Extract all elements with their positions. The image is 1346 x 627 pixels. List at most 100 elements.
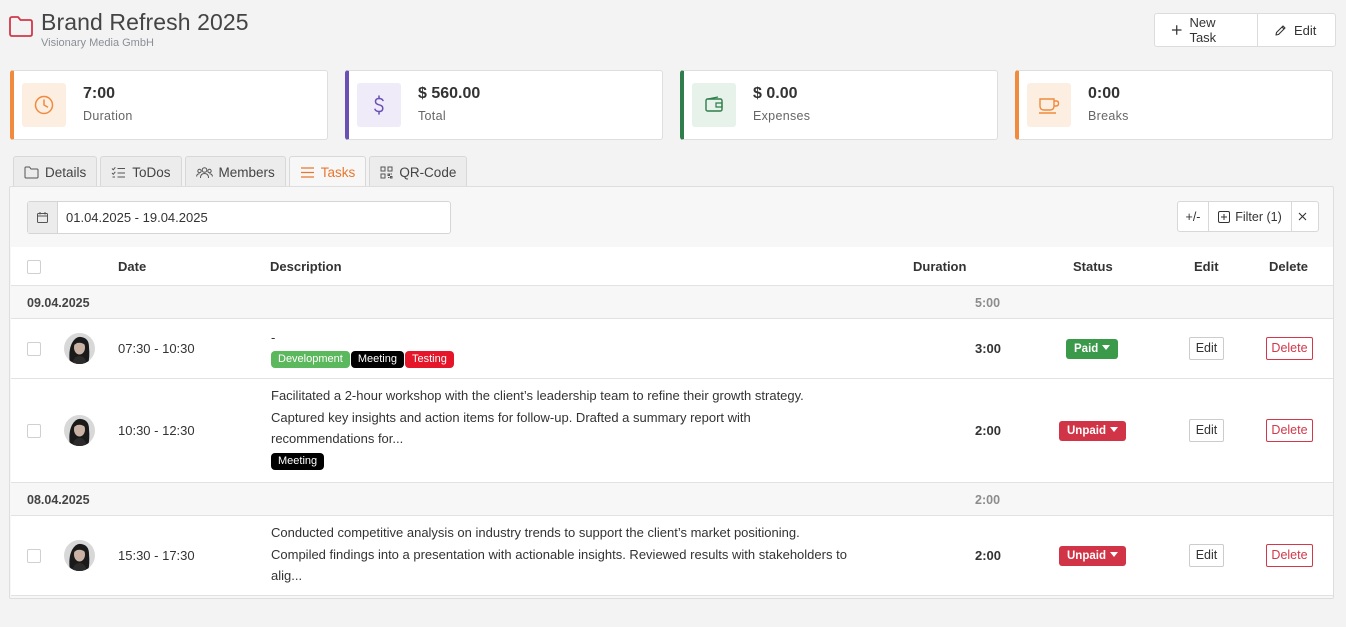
caret-down-icon <box>1109 552 1118 557</box>
new-task-label: New Task <box>1189 15 1217 45</box>
table-tools: +/- Filter (1) <box>1177 201 1319 232</box>
tag-development: Development <box>271 350 350 368</box>
new-task-button[interactable]: New Task <box>1155 14 1258 46</box>
tag-testing: Testing <box>404 350 454 368</box>
edit-task-button[interactable]: Edit <box>1189 419 1224 442</box>
clock-icon <box>22 83 66 127</box>
tag-meeting: Meeting <box>271 452 325 470</box>
folder-icon <box>9 16 33 37</box>
column-duration[interactable]: Duration <box>913 259 966 274</box>
status-dropdown[interactable]: Paid <box>1066 339 1119 359</box>
delete-task-button[interactable]: Delete <box>1266 544 1313 567</box>
stat-card-total: $ 560.00 Total <box>345 70 663 140</box>
status-label: Unpaid <box>1067 550 1106 562</box>
dollar-icon <box>357 83 401 127</box>
stat-card-duration: 7:00 Duration <box>10 70 328 140</box>
status-label: Unpaid <box>1067 425 1106 437</box>
edit-project-button[interactable]: Edit <box>1258 14 1335 46</box>
page-title: Brand Refresh 2025 <box>41 9 249 35</box>
row-checkbox[interactable] <box>27 342 41 356</box>
tasks-panel: 01.04.2025 - 19.04.2025 +/- Filter (1) D… <box>9 186 1334 599</box>
date-group-header: 09.04.2025 5:00 <box>11 286 1333 319</box>
column-status: Status <box>1073 259 1113 274</box>
column-date[interactable]: Date <box>118 259 146 274</box>
tasks-table: Date Description Duration Status Edit De… <box>11 247 1333 596</box>
tab-details[interactable]: Details <box>13 156 98 187</box>
task-description-text: Conducted competitive analysis on indust… <box>271 525 847 583</box>
tab-qr-code[interactable]: QR-Code <box>369 156 468 187</box>
tab-tasks[interactable]: Tasks <box>288 156 367 188</box>
status-dropdown[interactable]: Unpaid <box>1059 421 1126 441</box>
task-time: 10:30 - 12:30 <box>118 423 195 438</box>
calendar-icon[interactable] <box>28 202 58 233</box>
task-tags: Development Meeting Testing <box>271 348 851 368</box>
caret-down-icon <box>1109 427 1118 432</box>
plus-square-icon <box>1218 210 1231 223</box>
folder-icon <box>24 166 45 179</box>
header-actions: New Task Edit <box>1154 13 1336 47</box>
row-checkbox[interactable] <box>27 424 41 438</box>
checklist-icon <box>111 166 132 179</box>
tab-label: Members <box>218 164 275 180</box>
coffee-icon <box>1027 83 1071 127</box>
stat-label: Breaks <box>1088 109 1129 123</box>
date-range-input[interactable]: 01.04.2025 - 19.04.2025 <box>58 202 208 233</box>
tab-todos[interactable]: ToDos <box>100 156 182 187</box>
row-checkbox[interactable] <box>27 549 41 563</box>
task-description: Facilitated a 2-hour workshop with the c… <box>271 385 851 470</box>
qr-code-icon <box>380 166 399 179</box>
filter-button[interactable]: Filter (1) <box>1209 202 1292 231</box>
column-description[interactable]: Description <box>270 259 342 274</box>
table-row[interactable]: 15:30 - 17:30 Conducted competitive anal… <box>11 516 1333 596</box>
group-total-duration: 5:00 <box>975 296 1001 310</box>
list-icon <box>300 166 321 179</box>
table-row[interactable]: 10:30 - 12:30 Facilitated a 2-hour works… <box>11 379 1333 483</box>
tag-meeting: Meeting <box>350 350 404 368</box>
task-time: 15:30 - 17:30 <box>118 548 195 563</box>
edit-label: Edit <box>1294 22 1317 38</box>
stat-card-expenses: $ 0.00 Expenses <box>680 70 998 140</box>
toggle-columns-button[interactable]: +/- <box>1178 202 1209 231</box>
task-description-text: Facilitated a 2-hour workshop with the c… <box>271 388 804 446</box>
users-icon <box>195 166 219 179</box>
table-header: Date Description Duration Status Edit De… <box>11 247 1333 286</box>
status-dropdown[interactable]: Unpaid <box>1059 546 1126 566</box>
group-date: 09.04.2025 <box>27 296 90 310</box>
task-description: - Development Meeting Testing <box>271 327 851 368</box>
filter-label: Filter (1) <box>1235 209 1282 224</box>
date-range-picker[interactable]: 01.04.2025 - 19.04.2025 <box>27 201 451 234</box>
stat-value: $ 560.00 <box>418 85 481 102</box>
plus-minus-label: +/- <box>1185 209 1201 224</box>
tab-members[interactable]: Members <box>184 156 286 187</box>
table-row[interactable]: 07:30 - 10:30 - Development Meeting Testin… <box>11 319 1333 379</box>
client-name: Visionary Media GmbH <box>41 37 154 49</box>
date-group-header: 08.04.2025 2:00 <box>11 483 1333 516</box>
edit-task-button[interactable]: Edit <box>1189 337 1224 360</box>
stat-card-breaks: 0:00 Breaks <box>1015 70 1333 140</box>
column-edit: Edit <box>1194 259 1219 274</box>
stat-value: 7:00 <box>83 85 116 102</box>
task-duration: 3:00 <box>975 341 1002 356</box>
task-time: 07:30 - 10:30 <box>118 341 195 356</box>
status-label: Paid <box>1074 343 1099 355</box>
task-duration: 2:00 <box>975 423 1002 438</box>
close-icon <box>1298 212 1307 221</box>
stat-label: Expenses <box>753 109 811 123</box>
group-total-duration: 2:00 <box>975 493 1001 507</box>
stat-label: Duration <box>83 109 133 123</box>
task-description-text: - <box>271 330 276 345</box>
tab-label: QR-Code <box>399 164 457 180</box>
column-delete: Delete <box>1269 259 1309 274</box>
edit-task-button[interactable]: Edit <box>1189 544 1224 567</box>
page-header: Brand Refresh 2025 Visionary Media GmbH … <box>0 0 1346 60</box>
task-duration: 2:00 <box>975 548 1002 563</box>
clear-filter-button[interactable] <box>1292 202 1318 231</box>
select-all-checkbox[interactable] <box>27 260 41 274</box>
caret-down-icon <box>1102 345 1111 350</box>
delete-task-button[interactable]: Delete <box>1266 337 1313 360</box>
task-description: Conducted competitive analysis on indust… <box>271 522 851 587</box>
delete-task-button[interactable]: Delete <box>1266 419 1313 442</box>
tab-label: Tasks <box>320 165 356 180</box>
avatar <box>64 415 95 446</box>
plus-icon <box>1171 25 1182 35</box>
